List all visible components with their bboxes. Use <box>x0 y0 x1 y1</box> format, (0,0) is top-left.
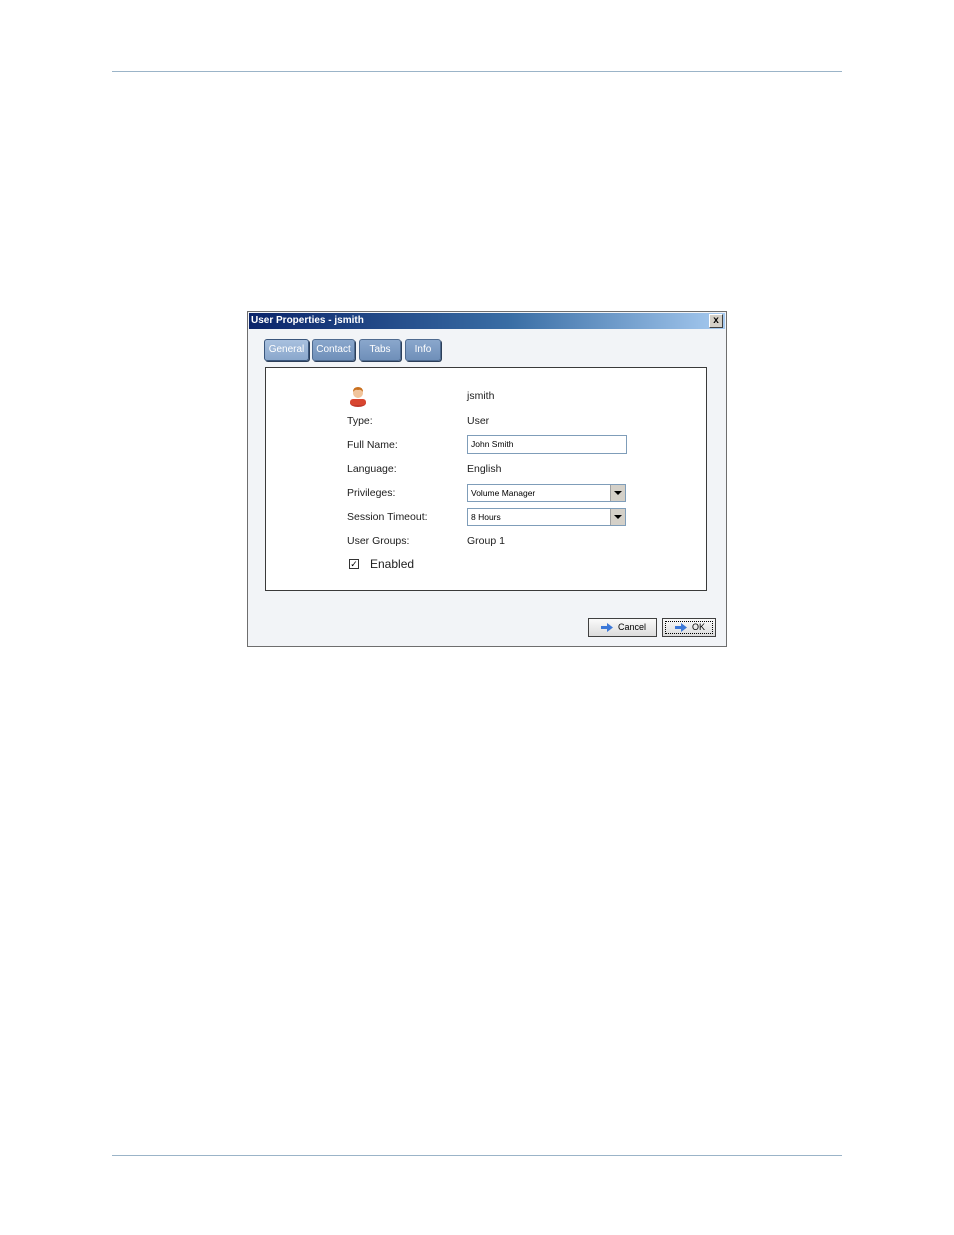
tab-general[interactable]: General <box>264 339 309 361</box>
close-button[interactable]: x <box>709 314 723 328</box>
user-icon <box>350 387 366 407</box>
general-panel: jsmith Type: User Full Name: John Smith … <box>265 367 707 591</box>
session-timeout-label: Session Timeout: <box>347 511 428 523</box>
user-groups-value: Group 1 <box>467 535 505 547</box>
privileges-select[interactable]: Volume Manager <box>467 484 626 502</box>
tab-contact-label: Contact <box>316 344 351 355</box>
tab-tabs[interactable]: Tabs <box>359 339 401 361</box>
title-bar[interactable]: User Properties - jsmith x <box>249 313 725 329</box>
session-timeout-select[interactable]: 8 Hours <box>467 508 626 526</box>
cancel-button[interactable]: Cancel <box>588 618 657 637</box>
chevron-down-icon[interactable] <box>610 485 625 501</box>
dialog-title: User Properties - jsmith <box>251 315 364 326</box>
username: jsmith <box>467 390 495 402</box>
close-icon: x <box>713 315 719 326</box>
privileges-label: Privileges: <box>347 487 396 499</box>
enabled-checkbox[interactable]: ✓ <box>349 559 359 569</box>
top-rule <box>112 71 842 72</box>
type-value: User <box>467 415 490 427</box>
full-name-value: John Smith <box>471 439 514 449</box>
cancel-label: Cancel <box>618 622 647 632</box>
tab-info-label: Info <box>414 344 432 355</box>
type-label: Type: <box>347 415 373 427</box>
arrow-right-icon <box>601 623 613 632</box>
session-timeout-value: 8 Hours <box>471 512 501 522</box>
user-groups-label: User Groups: <box>347 535 410 547</box>
full-name-field[interactable]: John Smith <box>467 435 627 454</box>
language-value: English <box>467 463 502 475</box>
enabled-label: Enabled <box>370 557 415 571</box>
tab-contact[interactable]: Contact <box>312 339 355 361</box>
language-label: Language: <box>347 463 397 475</box>
ok-button[interactable]: OK <box>662 618 716 637</box>
bottom-rule <box>112 1155 842 1156</box>
chevron-down-icon[interactable] <box>610 509 625 525</box>
ok-label: OK <box>692 622 706 632</box>
arrow-right-icon <box>675 623 687 632</box>
user-properties-dialog: User Properties - jsmith x General Conta… <box>247 311 727 647</box>
full-name-label: Full Name: <box>347 439 398 451</box>
tab-info[interactable]: Info <box>405 339 441 361</box>
privileges-value: Volume Manager <box>471 488 536 498</box>
tab-tabs-label: Tabs <box>369 344 391 355</box>
tab-general-label: General <box>268 344 305 355</box>
check-icon: ✓ <box>350 559 358 569</box>
